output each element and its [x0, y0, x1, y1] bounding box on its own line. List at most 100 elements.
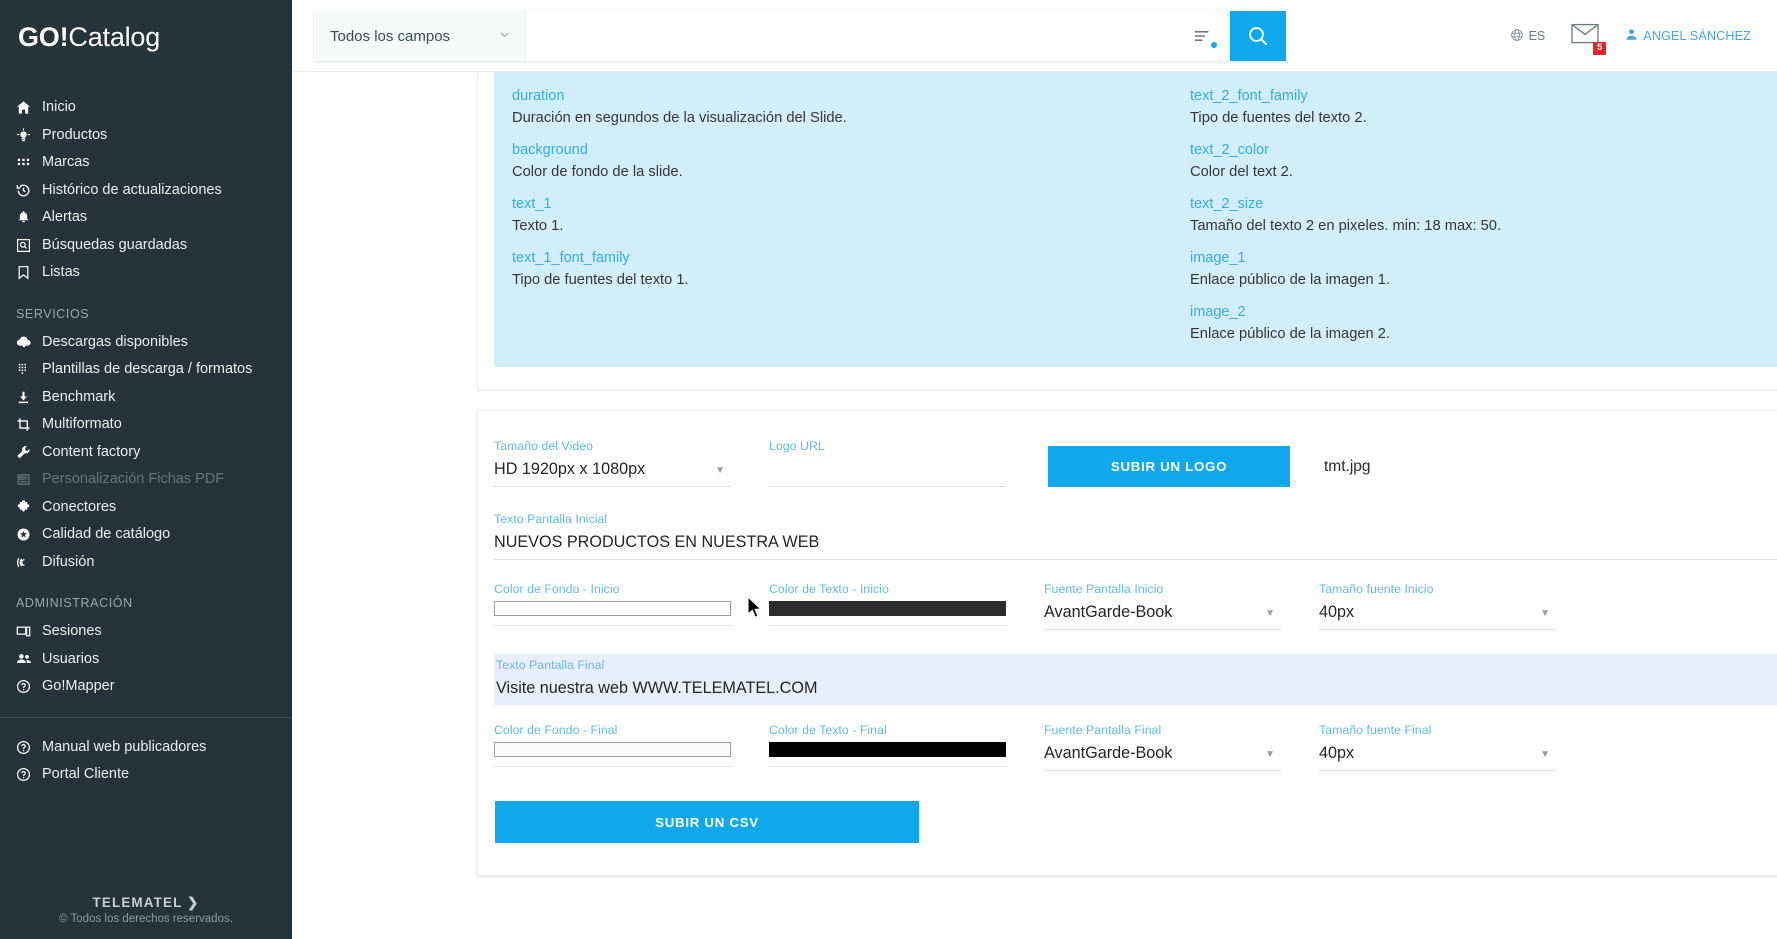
- final-bg-color-swatch[interactable]: [494, 742, 731, 757]
- info-key: background: [512, 142, 588, 159]
- search-scope-select[interactable]: Todos los campos: [314, 11, 526, 61]
- start-font-size-label: Tamaño fuente Inicio: [1319, 582, 1434, 596]
- info-key: text_1: [512, 196, 552, 213]
- final-text-label: Texto Pantalla Final: [496, 658, 605, 672]
- start-text-input[interactable]: [494, 531, 1777, 560]
- logo-url-input[interactable]: [769, 458, 1006, 487]
- sidebar-item-marcas[interactable]: Marcas: [0, 149, 292, 177]
- sidebar-item-label: Benchmark: [42, 388, 116, 405]
- info-key: duration: [512, 88, 565, 104]
- sidebar-footer: TELEMATEL ❯ © Todos los derechos reserva…: [0, 895, 292, 925]
- top-header: Todos los campos ES 5 ANGEL SÁNCHEZ: [292, 0, 1777, 72]
- chevron-down-icon: [498, 28, 511, 45]
- sidebar-item-go-mapper[interactable]: Go!Mapper: [0, 673, 292, 701]
- sidebar-item-inicio[interactable]: Inicio: [0, 94, 292, 122]
- final-font-field: Fuente Pantalla Final ▼: [1044, 723, 1281, 771]
- final-font-label: Fuente Pantalla Final: [1044, 723, 1162, 737]
- info-key: text_2_font_family: [1190, 88, 1308, 104]
- final-font-select[interactable]: [1044, 742, 1281, 771]
- download-icon: [16, 388, 42, 406]
- search-filter-button[interactable]: [1174, 11, 1230, 61]
- start-text-color-swatch[interactable]: [769, 601, 1006, 616]
- start-font-select[interactable]: [1044, 601, 1281, 630]
- sidebar-item-multiformato[interactable]: Multiformato: [0, 411, 292, 439]
- final-bg-color-field: Color de Fondo - Final: [494, 723, 731, 767]
- sidebar-item-listas[interactable]: Listas: [0, 259, 292, 287]
- sidebar-item-busquedas-guardadas[interactable]: Búsquedas guardadas: [0, 232, 292, 260]
- upload-csv-button[interactable]: SUBIR UN CSV: [495, 801, 919, 843]
- final-text-color-field: Color de Texto - Final: [769, 723, 1006, 767]
- filter-active-dot: [1211, 42, 1217, 48]
- global-search-bar: Todos los campos: [314, 11, 1286, 61]
- footer-brand-link[interactable]: TELEMATEL ❯: [0, 895, 292, 911]
- user-name: ANGEL SÁNCHEZ: [1643, 29, 1751, 43]
- language-selector[interactable]: ES: [1510, 28, 1545, 45]
- sidebar-section-administracion: ADMINISTRACIÓN: [16, 596, 133, 610]
- sidebar-item-portal-cliente[interactable]: Portal Cliente: [0, 761, 292, 789]
- template-grid-icon: [16, 361, 42, 379]
- sidebar-item-manual-web-publicadores[interactable]: Manual web publicadores: [0, 734, 292, 762]
- question-circle-icon: [16, 766, 42, 784]
- sidebar-item-benchmark[interactable]: Benchmark: [0, 384, 292, 412]
- sidebar-item-difusion[interactable]: Difusión: [0, 549, 292, 577]
- search-input[interactable]: [526, 11, 1174, 61]
- sidebar-item-label: Productos: [42, 126, 108, 143]
- upload-logo-button[interactable]: SUBIR UN LOGO: [1048, 446, 1290, 487]
- sidebar-item-label: Conectores: [42, 498, 117, 515]
- final-style-row: Color de Fondo - Final Color de Texto - …: [494, 723, 1777, 771]
- start-bg-color-swatch[interactable]: [494, 601, 731, 616]
- info-value: Enlace público de la imagen 1.: [1190, 272, 1391, 289]
- sidebar-item-label: Manual web publicadores: [42, 738, 207, 755]
- info-key: image_2: [1190, 304, 1246, 321]
- sidebar-item-content-factory[interactable]: Content factory: [0, 439, 292, 467]
- sidebar-item-label: Content factory: [42, 443, 141, 460]
- sidebar-nav-main: Inicio Productos Marcas Histórico de act…: [0, 72, 292, 287]
- final-text-input[interactable]: [496, 677, 1777, 705]
- user-menu[interactable]: ANGEL SÁNCHEZ: [1625, 28, 1751, 44]
- app-logo[interactable]: GO!Catalog: [0, 0, 292, 72]
- start-bg-color-field: Color de Fondo - Inicio: [494, 582, 731, 626]
- logo-url-field: Logo URL: [769, 439, 1006, 487]
- sidebar-item-usuarios[interactable]: Usuarios: [0, 646, 292, 674]
- info-value: Color del text 2.: [1190, 164, 1293, 181]
- sidebar-item-label: Marcas: [42, 154, 90, 170]
- messages-button[interactable]: 5: [1571, 23, 1607, 55]
- video-size-label: Tamaño del Video: [494, 439, 594, 453]
- sidebar-item-personalizacion-fichas-pdf: Personalización Fichas PDF: [0, 466, 292, 494]
- search-submit-button[interactable]: [1230, 11, 1286, 61]
- sidebar-section-servicios: SERVICIOS: [16, 306, 90, 321]
- final-text-color-label: Color de Texto - Final: [769, 723, 887, 737]
- start-font-size-field: Tamaño fuente Inicio ▼: [1319, 582, 1556, 630]
- sidebar-item-plantillas-descarga[interactable]: Plantillas de descarga / formatos: [0, 356, 292, 384]
- sidebar-item-conectores[interactable]: Conectores: [0, 494, 292, 522]
- logo-filename: tmt.jpg: [1324, 457, 1371, 475]
- start-style-row: Color de Fondo - Inicio Color de Texto -…: [494, 582, 1777, 630]
- sidebar-nav-help: Manual web publicadores Portal Cliente: [0, 718, 292, 789]
- start-bg-color-label: Color de Fondo - Inicio: [494, 582, 620, 596]
- sidebar-item-alertas[interactable]: Alertas: [0, 204, 292, 232]
- info-value: Tipo de fuentes del texto 1.: [512, 272, 689, 289]
- video-size-select[interactable]: [494, 458, 731, 487]
- info-value: Color de fondo de la slide.: [512, 164, 683, 181]
- sidebar-item-sesiones[interactable]: Sesiones: [0, 618, 292, 646]
- final-text-color-swatch[interactable]: [769, 742, 1006, 757]
- sidebar-item-label: Sesiones: [42, 623, 102, 639]
- sidebar-item-label: Go!Mapper: [42, 678, 115, 694]
- cloud-download-icon: [16, 333, 42, 351]
- start-font-size-select[interactable]: [1319, 601, 1556, 630]
- sidebar-item-productos[interactable]: Productos: [0, 122, 292, 150]
- page-body: duration Duración en segundos de la visu…: [292, 72, 1777, 939]
- product-icon: [16, 126, 42, 144]
- sidebar-item-descargas-disponibles[interactable]: Descargas disponibles: [0, 329, 292, 357]
- session-screen-icon: [16, 623, 42, 641]
- sidebar-item-label: Portal Cliente: [42, 766, 130, 782]
- crop-icon: [16, 416, 42, 434]
- info-value: Tamaño del texto 2 en pixeles. min: 18 m…: [1190, 218, 1502, 235]
- sidebar-item-calidad-catalogo[interactable]: Calidad de catálogo: [0, 521, 292, 549]
- sidebar-item-label: Listas: [42, 264, 80, 280]
- globe-icon: [1510, 28, 1524, 45]
- final-font-size-select[interactable]: [1319, 742, 1556, 771]
- sidebar-item-historico[interactable]: Histórico de actualizaciones: [0, 177, 292, 205]
- sidebar-item-label: Calidad de catálogo: [42, 526, 171, 542]
- sidebar-item-label: Búsquedas guardadas: [42, 236, 188, 253]
